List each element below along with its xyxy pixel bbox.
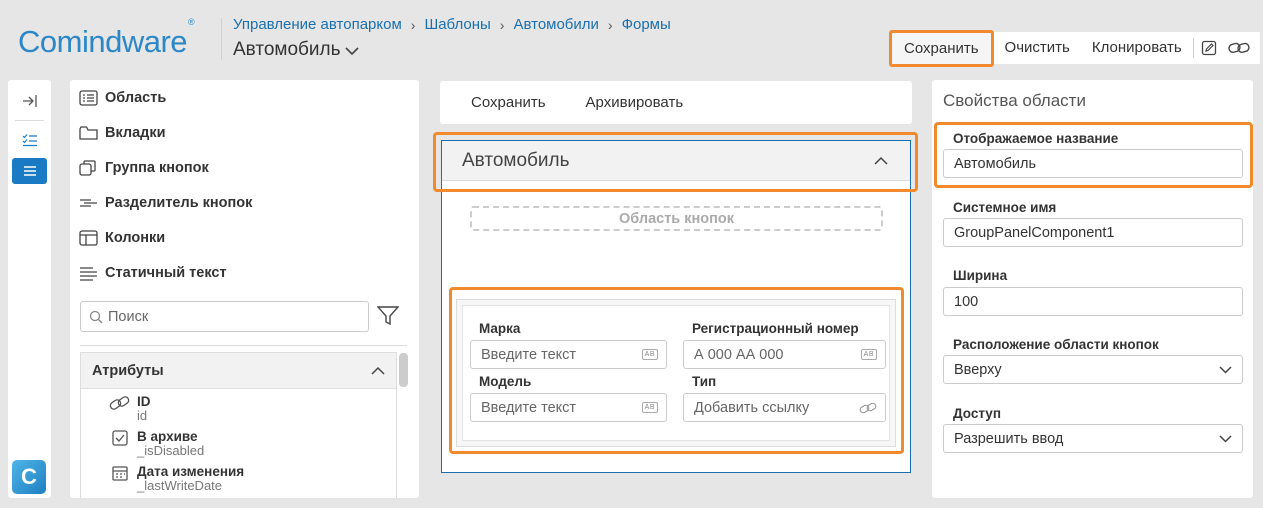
rail-divider: [15, 120, 44, 121]
highlight-area-header: [433, 132, 918, 192]
breadcrumb-templates[interactable]: Шаблоны: [424, 16, 490, 33]
link-icon[interactable]: [1223, 32, 1254, 64]
search-input[interactable]: Поиск: [80, 301, 369, 332]
highlight-display-name: [934, 122, 1253, 188]
palette-item-tabs[interactable]: Вкладки: [79, 125, 166, 141]
attributes-header[interactable]: Атрибуты: [81, 353, 396, 389]
list-item[interactable]: Дата изменения _lastWriteDate: [109, 465, 244, 493]
palette-item-area[interactable]: Область: [79, 90, 166, 106]
width-value: 100: [954, 293, 979, 310]
palette-item-static-text[interactable]: Статичный текст: [79, 265, 227, 281]
system-name-field[interactable]: GroupPanelComponent1: [943, 218, 1243, 247]
expand-icon[interactable]: [12, 88, 47, 114]
attribute-system-name: id: [137, 408, 148, 423]
tabs-icon: [79, 126, 98, 140]
chevron-down-icon: [1219, 434, 1232, 443]
palette-item-label: Вкладки: [105, 125, 166, 141]
palette-item-label: Группа кнопок: [105, 160, 209, 176]
access-select[interactable]: Разрешить ввод: [943, 424, 1243, 453]
palette-item-label: Область: [105, 90, 167, 106]
save-button[interactable]: Сохранить: [889, 29, 994, 67]
filter-icon[interactable]: [376, 306, 400, 331]
attributes-scrollbar[interactable]: [399, 353, 408, 387]
chevron-up-icon: [371, 366, 385, 375]
highlight-columns: [449, 287, 904, 454]
page-title-text: Автомобиль: [233, 39, 341, 60]
page-title[interactable]: Автомобиль: [233, 39, 359, 61]
chevron-right-icon: ›: [607, 16, 613, 33]
left-rail: C: [8, 80, 51, 498]
attributes-list: Атрибуты ID id В архиве _isDisabled Дата и…: [80, 352, 397, 498]
buttons-position-select[interactable]: Вверху: [943, 355, 1243, 384]
checkbox-icon: [112, 430, 128, 446]
breadcrumb-forms[interactable]: Формы: [622, 16, 671, 33]
list-item[interactable]: ID id: [109, 395, 151, 423]
breadcrumb-cars[interactable]: Автомобили: [513, 16, 598, 33]
toolbar-actions: Очистить Клонировать: [993, 32, 1260, 64]
clone-button[interactable]: Клонировать: [1080, 32, 1193, 64]
palette-item-columns[interactable]: Колонки: [79, 230, 165, 246]
breadcrumb-fleet-management[interactable]: Управление автопарком: [233, 16, 402, 33]
palette-divider: [80, 345, 407, 346]
width-label: Ширина: [953, 268, 1008, 283]
buttons-position-value: Вверху: [954, 361, 1002, 378]
link-icon: [109, 396, 130, 410]
clear-button[interactable]: Очистить: [993, 32, 1081, 64]
buttons-position-label: Расположение области кнопок: [953, 337, 1159, 352]
palette-item-label: Разделитель кнопок: [105, 195, 253, 211]
columns-icon: [79, 230, 98, 246]
button-group-icon: [79, 160, 96, 176]
comindware-logo: Comindware®: [18, 16, 195, 59]
attribute-name: Дата изменения: [137, 464, 245, 479]
chevron-down-icon: [344, 47, 359, 56]
list-icon[interactable]: [12, 158, 47, 184]
system-name-value: GroupPanelComponent1: [954, 224, 1115, 241]
search-icon: [89, 310, 103, 323]
palette-item-button-group[interactable]: Группа кнопок: [79, 160, 209, 176]
divider-icon: [80, 199, 97, 207]
static-text-icon: [80, 267, 97, 281]
access-label: Доступ: [953, 406, 1001, 421]
buttons-area-dropzone[interactable]: Область кнопок: [470, 206, 883, 231]
checklist-icon[interactable]: [12, 127, 47, 153]
area-icon: [79, 90, 98, 106]
attribute-system-name: _lastWriteDate: [137, 478, 223, 493]
form-archive-button[interactable]: Архивировать: [586, 94, 684, 111]
attribute-name: ID: [137, 394, 151, 409]
form-toolbar: Сохранить Архивировать: [440, 81, 912, 124]
palette-item-label: Статичный текст: [105, 265, 227, 281]
breadcrumb: Управление автопарком › Шаблоны › Автомо…: [233, 16, 671, 33]
components-palette: Область Вкладки Группа кнопок Разделител…: [70, 80, 419, 498]
edit-icon[interactable]: [1193, 32, 1224, 64]
properties-title: Свойства области: [943, 91, 1086, 110]
header-toolbar: Сохранить Очистить Клонировать: [889, 29, 1260, 67]
palette-item-label: Колонки: [105, 230, 166, 246]
palette-item-button-divider[interactable]: Разделитель кнопок: [79, 195, 252, 211]
attribute-system-name: _isDisabled: [137, 443, 205, 458]
attribute-name: В архиве: [137, 429, 198, 444]
calendar-icon: [112, 466, 128, 481]
form-save-button[interactable]: Сохранить: [471, 94, 546, 111]
width-field[interactable]: 100: [943, 287, 1243, 316]
chevron-right-icon: ›: [410, 16, 416, 33]
app-badge[interactable]: C: [12, 460, 46, 494]
search-placeholder: Поиск: [108, 308, 149, 325]
chevron-right-icon: ›: [499, 16, 505, 33]
chevron-down-icon: [1219, 365, 1232, 374]
system-name-label: Системное имя: [953, 200, 1057, 215]
access-value: Разрешить ввод: [954, 430, 1064, 447]
attributes-title: Атрибуты: [92, 362, 164, 379]
list-item[interactable]: В архиве _isDisabled: [109, 430, 204, 458]
header-divider: [221, 18, 222, 60]
